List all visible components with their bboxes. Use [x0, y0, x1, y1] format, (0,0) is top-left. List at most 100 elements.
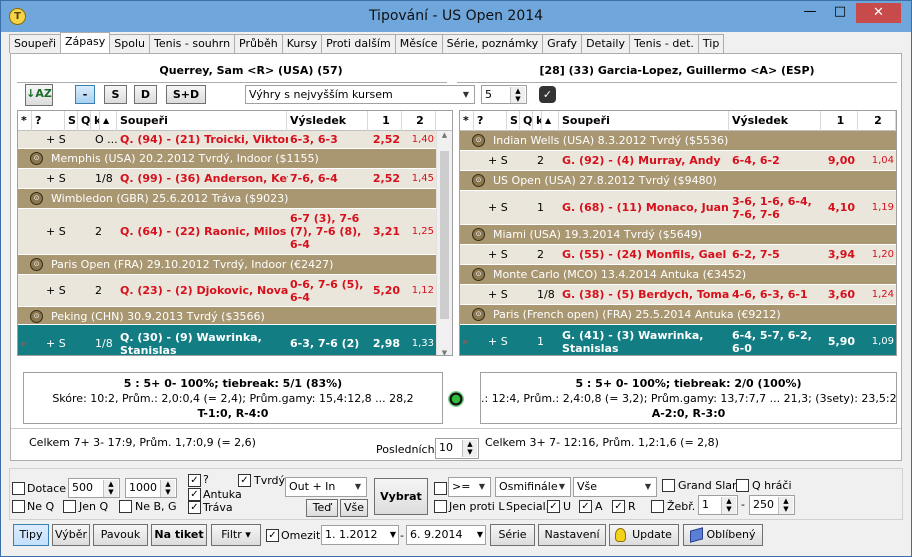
- ted-button[interactable]: Teď: [306, 499, 338, 517]
- col-odds-2[interactable]: 2: [858, 111, 896, 131]
- match-row[interactable]: + S 2 G. (55) - (24) Monfils, Gael 6-2, 7-5…: [460, 245, 896, 265]
- group-row[interactable]: ⊙ Paris Open (FRA) 29.10.2012 Tvrdý, Indo…: [18, 255, 452, 275]
- stepper-arrows-icon[interactable]: ▲ ▼: [103, 480, 118, 497]
- tab-1[interactable]: Zápasy: [60, 32, 111, 53]
- col-result[interactable]: Výsledek: [729, 111, 821, 131]
- tab-2[interactable]: Spolu: [109, 34, 150, 53]
- tab-9[interactable]: Grafy: [542, 34, 583, 53]
- maximize-button[interactable]: □: [826, 3, 854, 23]
- tab-12[interactable]: Tip: [697, 34, 725, 53]
- group-row[interactable]: ⊙ Memphis (USA) 20.2.2012 Tvrdý, Indoor (…: [18, 149, 452, 169]
- zebr-checkbox[interactable]: [651, 500, 664, 513]
- match-row[interactable]: + S 1/8 G. (38) - (5) Berdych, Tomas 4-6, 6…: [460, 285, 896, 305]
- serie-button[interactable]: Série: [490, 524, 535, 546]
- jen-proti-l-checkbox[interactable]: [434, 500, 447, 513]
- vse-button[interactable]: Vše: [340, 499, 368, 517]
- ne-q-checkbox[interactable]: [12, 500, 25, 513]
- col-odds-1[interactable]: 1: [821, 111, 858, 131]
- tab-6[interactable]: Proti dalším: [321, 34, 396, 53]
- filtr-dropdown-button[interactable]: Filtr ▾: [211, 524, 261, 546]
- tab-0[interactable]: Soupeři: [9, 34, 62, 53]
- col-q[interactable]: Q: [78, 111, 91, 131]
- col-k[interactable]: k: [533, 111, 542, 131]
- date-from-input[interactable]: 1. 1.2012 ▼: [321, 525, 399, 545]
- tab-7[interactable]: Měsíce: [394, 34, 443, 53]
- group-row[interactable]: ⊙ Wimbledon (GBR) 25.6.2012 Tráva ($9023): [18, 189, 452, 209]
- group-row[interactable]: ⊙ Indian Wells (USA) 8.3.2012 Tvrdý ($553…: [460, 131, 896, 151]
- dotace-checkbox[interactable]: [12, 482, 25, 495]
- col-s[interactable]: S: [65, 111, 78, 131]
- vyber-button[interactable]: Výběr: [52, 524, 90, 546]
- out-in-select[interactable]: Out + In ▼: [285, 477, 367, 497]
- expand-group-icon[interactable]: ⊙: [472, 228, 485, 241]
- na-tiket-button[interactable]: Na tiket: [151, 524, 207, 546]
- level-select[interactable]: Vše ▼: [573, 477, 657, 497]
- confirm-check-icon[interactable]: ✓: [539, 86, 556, 103]
- stepper-arrows-icon[interactable]: ▲ ▼: [462, 440, 477, 457]
- count-stepper[interactable]: 5 ▲ ▼: [481, 85, 527, 104]
- d-button[interactable]: D: [134, 85, 157, 104]
- tab-5[interactable]: Kursy: [281, 34, 323, 53]
- col-opponent[interactable]: Soupeři: [117, 111, 287, 131]
- operator-select[interactable]: >= ▼: [448, 477, 491, 497]
- stepper-arrows-icon[interactable]: ▲ ▼: [160, 480, 175, 497]
- match-row[interactable]: + S 2 Q. (64) - (22) Raonic, Milos 6-7 (3),…: [18, 209, 452, 255]
- group-row[interactable]: ⊙ Peking (CHN) 30.9.2013 Tvrdý ($3566): [18, 307, 452, 325]
- expand-group-icon[interactable]: ⊙: [472, 134, 485, 147]
- col-question[interactable]: ?: [32, 111, 65, 131]
- special-a-checkbox[interactable]: ✓: [579, 500, 592, 513]
- sort-ascending-icon[interactable]: ▲: [542, 111, 559, 131]
- round-checkbox[interactable]: [434, 482, 447, 495]
- match-row[interactable]: + S 2 G. (92) - (4) Murray, Andy 6-4, 6-2 9,…: [460, 151, 896, 171]
- col-opponent[interactable]: Soupeři: [559, 111, 729, 131]
- stepper-arrows-icon[interactable]: ▲ ▼: [510, 87, 525, 103]
- pavouk-button[interactable]: Pavouk: [93, 524, 148, 546]
- vybrat-button[interactable]: Vybrat: [374, 478, 428, 515]
- dotace-from-input[interactable]: 500 ▲ ▼: [68, 478, 120, 498]
- expand-group-icon[interactable]: ⊙: [472, 268, 485, 281]
- tipy-button[interactable]: Tipy: [13, 524, 49, 546]
- calendar-dropdown-icon[interactable]: ▼: [477, 526, 483, 544]
- calendar-dropdown-icon[interactable]: ▼: [390, 526, 396, 544]
- col-result[interactable]: Výsledek: [287, 111, 368, 131]
- grand-slam-checkbox[interactable]: [662, 479, 675, 492]
- group-row[interactable]: ⊙ Paris (French open) (FRA) 25.5.2014 Ant…: [460, 305, 896, 325]
- minimize-button[interactable]: —: [796, 3, 824, 23]
- left-scrollbar[interactable]: ▲ ▼: [436, 131, 452, 355]
- expand-group-icon[interactable]: ⊙: [30, 310, 43, 323]
- expand-group-icon[interactable]: ⊙: [472, 174, 485, 187]
- update-button[interactable]: Update: [609, 524, 679, 546]
- zebr-to-input[interactable]: 250 ▲ ▼: [749, 495, 795, 515]
- s-button[interactable]: S: [104, 85, 127, 104]
- stepper-arrows-icon[interactable]: ▲ ▼: [778, 497, 793, 514]
- scroll-down-icon[interactable]: ▼: [437, 349, 452, 355]
- left-scroll-thumb[interactable]: [440, 151, 449, 319]
- expand-group-icon[interactable]: ⊙: [30, 258, 43, 271]
- q-hraci-checkbox[interactable]: [736, 479, 749, 492]
- group-row[interactable]: ⊙ Monte Carlo (MCO) 13.4.2014 Antuka (€34…: [460, 265, 896, 285]
- special-r-checkbox[interactable]: ✓: [612, 500, 625, 513]
- s-plus-d-button[interactable]: S+D: [166, 85, 206, 104]
- ne-bg-checkbox[interactable]: [119, 500, 132, 513]
- jen-q-checkbox[interactable]: [63, 500, 76, 513]
- expand-group-icon[interactable]: ⊙: [472, 308, 485, 321]
- expand-group-icon[interactable]: ⊙: [30, 192, 43, 205]
- match-row[interactable]: ▶ + S 1 G. (41) - (3) Wawrinka, Stanislas 6-…: [460, 325, 896, 355]
- stepper-arrows-icon[interactable]: ▲ ▼: [721, 497, 736, 514]
- trava-checkbox[interactable]: ✓: [188, 501, 201, 514]
- sort-az-icon[interactable]: ↓AZ: [25, 84, 53, 106]
- group-row[interactable]: ⊙ Miami (USA) 19.3.2014 Tvrdý ($5649): [460, 225, 896, 245]
- col-star[interactable]: *: [18, 111, 32, 131]
- tab-11[interactable]: Tenis - det.: [629, 34, 699, 53]
- oblibeny-button[interactable]: Oblíbený: [683, 524, 763, 546]
- tab-3[interactable]: Tenis - souhrn: [149, 34, 236, 53]
- tab-8[interactable]: Série, poznámky: [441, 34, 544, 53]
- antuka-checkbox[interactable]: ✓: [188, 488, 201, 501]
- close-button[interactable]: ✕: [856, 3, 901, 23]
- date-to-input[interactable]: 6. 9.2014 ▼: [406, 525, 486, 545]
- nastaveni-button[interactable]: Nastavení: [538, 524, 606, 546]
- col-q[interactable]: Q: [520, 111, 533, 131]
- col-odds-2[interactable]: 2: [402, 111, 436, 131]
- zebr-from-input[interactable]: 1 ▲ ▼: [698, 495, 738, 515]
- round-select[interactable]: Osmifinále ▼: [495, 477, 571, 497]
